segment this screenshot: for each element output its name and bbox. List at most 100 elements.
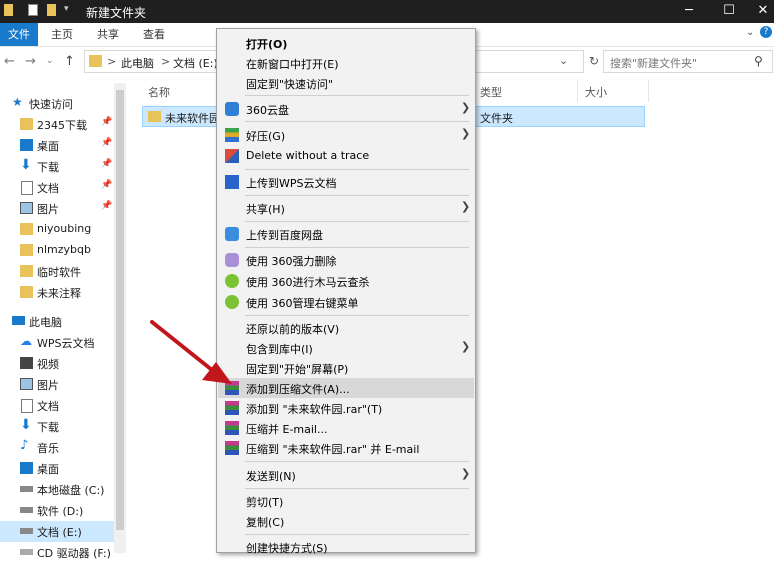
nav-this-pc[interactable]: 此电脑 bbox=[0, 311, 126, 332]
menu-separator bbox=[245, 315, 469, 316]
expand-ribbon-icon[interactable]: ⌄ bbox=[746, 27, 754, 38]
menu-item-create-shortcut[interactable]: 创建快捷方式(S) bbox=[218, 537, 474, 557]
refresh-icon[interactable]: ↻ bbox=[589, 54, 599, 68]
nav-item-pictures-pc[interactable]: 图片 bbox=[0, 374, 126, 395]
path-separator: > bbox=[107, 55, 117, 68]
file-name: 未来软件园 bbox=[165, 112, 220, 125]
tab-file[interactable]: 文件 bbox=[0, 23, 38, 46]
nav-label: 文档 (E:) bbox=[37, 526, 82, 539]
menu-item-share[interactable]: 共享(H) ❯ bbox=[218, 198, 474, 218]
new-folder-icon[interactable] bbox=[47, 4, 56, 16]
nav-item-drive-d[interactable]: 软件 (D:) bbox=[0, 500, 126, 521]
annotation-arrow-icon bbox=[150, 320, 232, 384]
column-header-size[interactable]: 大小 bbox=[585, 84, 607, 100]
column-header-name[interactable]: 名称 bbox=[148, 84, 170, 100]
column-divider[interactable] bbox=[648, 80, 649, 102]
breadcrumb-drive-e[interactable]: 文档 (E:) bbox=[173, 55, 218, 71]
menu-item-360-force-delete[interactable]: 使用 360强力删除 bbox=[218, 250, 474, 270]
folder-icon bbox=[20, 223, 33, 235]
tab-view[interactable]: 查看 bbox=[138, 23, 170, 46]
nav-item-future-notes[interactable]: 未来注释 bbox=[0, 282, 126, 303]
menu-label: 压缩到 "未来软件园.rar" 并 E-mail bbox=[246, 443, 420, 456]
menu-item-restore-previous[interactable]: 还原以前的版本(V) bbox=[218, 318, 474, 338]
folder-icon bbox=[20, 118, 33, 130]
menu-separator bbox=[245, 169, 469, 170]
close-button[interactable]: ✕ bbox=[740, 0, 774, 23]
menu-item-copy[interactable]: 复制(C) bbox=[218, 511, 474, 531]
menu-item-delete-without-trace[interactable]: Delete without a trace bbox=[218, 146, 474, 166]
nav-item-drive-e[interactable]: 文档 (E:) bbox=[0, 521, 126, 542]
nav-label: 快速访问 bbox=[29, 98, 73, 111]
menu-label: 剪切(T) bbox=[246, 496, 284, 509]
quick-access-dropdown-icon[interactable]: ▾ bbox=[64, 4, 69, 14]
nav-item-desktop[interactable]: 桌面 📌 bbox=[0, 135, 126, 156]
menu-item-add-archive[interactable]: 添加到压缩文件(A)... bbox=[218, 378, 474, 398]
tab-home[interactable]: 主页 bbox=[46, 23, 78, 46]
menu-item-open-new-window[interactable]: 在新窗口中打开(E) bbox=[218, 53, 474, 73]
nav-item-nlmzybqb[interactable]: nlmzybqb bbox=[0, 240, 126, 261]
menu-label: 使用 360强力删除 bbox=[246, 255, 337, 268]
pin-icon: 📌 bbox=[101, 159, 113, 169]
nav-item-drive-c[interactable]: 本地磁盘 (C:) bbox=[0, 479, 126, 500]
up-arrow-icon[interactable]: ↑ bbox=[64, 54, 75, 69]
nav-label: 下载 bbox=[37, 421, 59, 434]
menu-item-add-rar[interactable]: 添加到 "未来软件园.rar"(T) bbox=[218, 398, 474, 418]
tab-share[interactable]: 共享 bbox=[92, 23, 124, 46]
menu-item-upload-wps[interactable]: 上传到WPS云文档 bbox=[218, 172, 474, 192]
nav-item-downloads-pc[interactable]: ⬇ 下载 bbox=[0, 416, 126, 437]
menu-item-compress-rar-email[interactable]: 压缩到 "未来软件园.rar" 并 E-mail bbox=[218, 438, 474, 458]
pin-icon: 📌 bbox=[101, 180, 113, 190]
context-menu: 打开(O) 在新窗口中打开(E) 固定到"快速访问" 360云盘 ❯ 好压(G)… bbox=[216, 28, 476, 555]
menu-item-cut[interactable]: 剪切(T) bbox=[218, 491, 474, 511]
menu-item-360-manage-menu[interactable]: 使用 360管理右键菜单 bbox=[218, 292, 474, 312]
nav-item-pictures[interactable]: 图片 📌 bbox=[0, 198, 126, 219]
properties-icon[interactable] bbox=[28, 4, 38, 16]
picture-icon bbox=[20, 378, 33, 390]
nav-item-music[interactable]: ♪ 音乐 bbox=[0, 437, 126, 458]
menu-label: 添加到压缩文件(A)... bbox=[246, 383, 350, 396]
column-divider[interactable] bbox=[577, 80, 578, 102]
back-arrow-icon[interactable]: ← bbox=[4, 54, 15, 69]
menu-item-open[interactable]: 打开(O) bbox=[218, 33, 474, 53]
folder-icon bbox=[20, 286, 33, 298]
nav-item-wps-cloud[interactable]: ☁ WPS云文档 bbox=[0, 332, 126, 353]
breadcrumb-this-pc[interactable]: 此电脑 bbox=[121, 55, 154, 71]
nav-label: 视频 bbox=[37, 358, 59, 371]
computer-icon bbox=[12, 316, 25, 325]
nav-label: 此电脑 bbox=[29, 316, 62, 329]
help-icon[interactable]: ? bbox=[760, 26, 772, 38]
column-header-type[interactable]: 类型 bbox=[480, 84, 502, 100]
submenu-arrow-icon: ❯ bbox=[461, 200, 471, 213]
menu-item-send-to[interactable]: 发送到(N) ❯ bbox=[218, 465, 474, 485]
search-input[interactable]: 搜索"新建文件夹" ⚲ bbox=[603, 50, 773, 73]
menu-item-pin-start[interactable]: 固定到"开始"屏幕(P) bbox=[218, 358, 474, 378]
nav-item-downloads[interactable]: ⬇ 下载 📌 bbox=[0, 156, 126, 177]
nav-item-desktop-pc[interactable]: 桌面 bbox=[0, 458, 126, 479]
nav-quick-access[interactable]: ★ 快速访问 bbox=[0, 93, 126, 114]
nav-item-documents-pc[interactable]: 文档 bbox=[0, 395, 126, 416]
nav-item-videos[interactable]: 视频 bbox=[0, 353, 126, 374]
pin-icon: 📌 bbox=[101, 138, 113, 148]
menu-item-include-library[interactable]: 包含到库中(I) ❯ bbox=[218, 338, 474, 358]
nav-item-documents[interactable]: 文档 📌 bbox=[0, 177, 126, 198]
nav-item-temp-software[interactable]: 临时软件 bbox=[0, 261, 126, 282]
nav-label: 图片 bbox=[37, 203, 59, 216]
menu-item-upload-baidu[interactable]: 上传到百度网盘 bbox=[218, 224, 474, 244]
address-dropdown-icon[interactable]: ⌄ bbox=[559, 54, 568, 67]
menu-item-haozip[interactable]: 好压(G) ❯ bbox=[218, 125, 474, 145]
menu-item-compress-email[interactable]: 压缩并 E-mail... bbox=[218, 418, 474, 438]
nav-item-niyoubing[interactable]: niyoubing bbox=[0, 219, 126, 240]
folder-icon bbox=[148, 111, 161, 122]
nav-label: 文档 bbox=[37, 182, 59, 195]
menu-item-360-trojan-scan[interactable]: 使用 360进行木马云查杀 bbox=[218, 271, 474, 291]
document-icon bbox=[21, 181, 33, 195]
nav-scrollbar-thumb[interactable] bbox=[116, 90, 124, 530]
menu-item-360-cloud[interactable]: 360云盘 ❯ bbox=[218, 99, 474, 119]
cd-drive-icon bbox=[20, 549, 33, 555]
menu-item-pin-quick-access[interactable]: 固定到"快速访问" bbox=[218, 73, 474, 93]
forward-arrow-icon[interactable]: → bbox=[25, 54, 36, 69]
recent-dropdown-icon[interactable]: ⌄ bbox=[46, 56, 54, 66]
submenu-arrow-icon: ❯ bbox=[461, 101, 471, 114]
nav-item-2345-download[interactable]: 2345下载 📌 bbox=[0, 114, 126, 135]
haozip-icon bbox=[225, 128, 239, 142]
